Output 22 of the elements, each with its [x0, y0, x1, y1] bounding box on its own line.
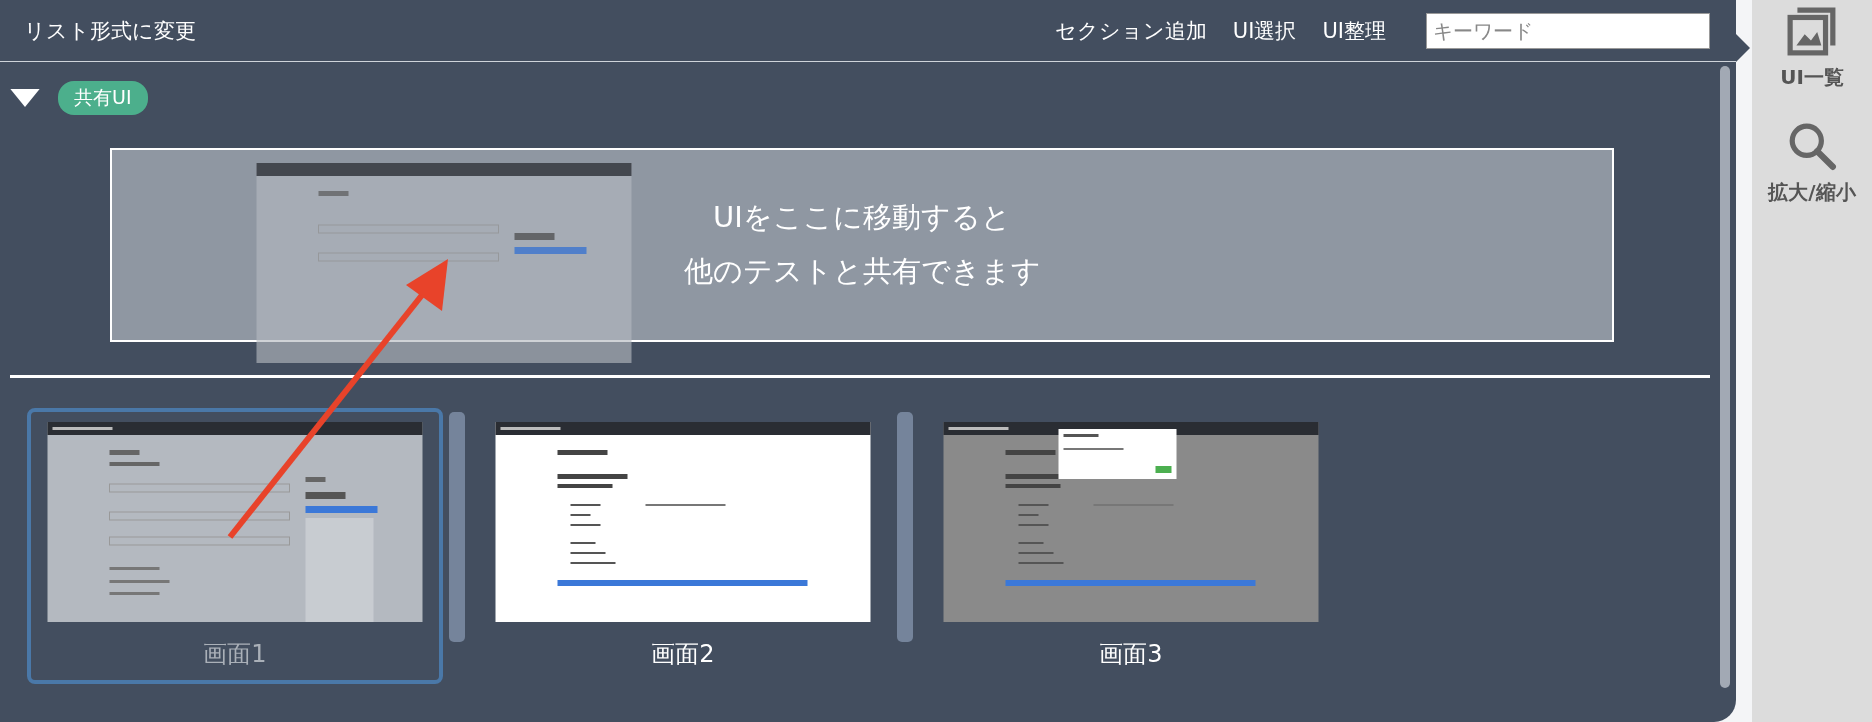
- resize-handle[interactable]: [449, 412, 465, 642]
- sidebar-button[interactable]: 拡大/縮小: [1768, 121, 1856, 206]
- screen-card[interactable]: 画面2: [475, 408, 891, 684]
- keyword-field[interactable]: キーワード: [1426, 12, 1710, 49]
- resize-handle[interactable]: [897, 412, 913, 642]
- toolbar-action[interactable]: UI整理: [1322, 16, 1386, 45]
- expand-icon[interactable]: [10, 89, 40, 107]
- screen-label: 画面1: [203, 639, 267, 670]
- screen-label: 画面2: [651, 639, 715, 670]
- toolbar-action[interactable]: セクション追加: [1054, 16, 1207, 45]
- search-icon: [1787, 121, 1837, 171]
- screen-card[interactable]: 画面3: [923, 408, 1339, 684]
- sidebar-button[interactable]: UI一覧: [1780, 6, 1844, 91]
- shared-ui-badge: 共有UI: [58, 81, 148, 115]
- drop-zone-text: 他のテストと共有できます: [683, 253, 1041, 290]
- scrollbar[interactable]: [1720, 66, 1730, 688]
- screen-card[interactable]: 画面1: [27, 408, 443, 684]
- list-view-toggle[interactable]: リスト形式に変更: [24, 16, 196, 45]
- drop-zone-text: UIをここに移動すると: [713, 199, 1011, 236]
- toolbar-action[interactable]: UI選択: [1232, 16, 1297, 45]
- screen-label: 画面3: [1099, 639, 1163, 670]
- image-list-icon: [1787, 6, 1837, 56]
